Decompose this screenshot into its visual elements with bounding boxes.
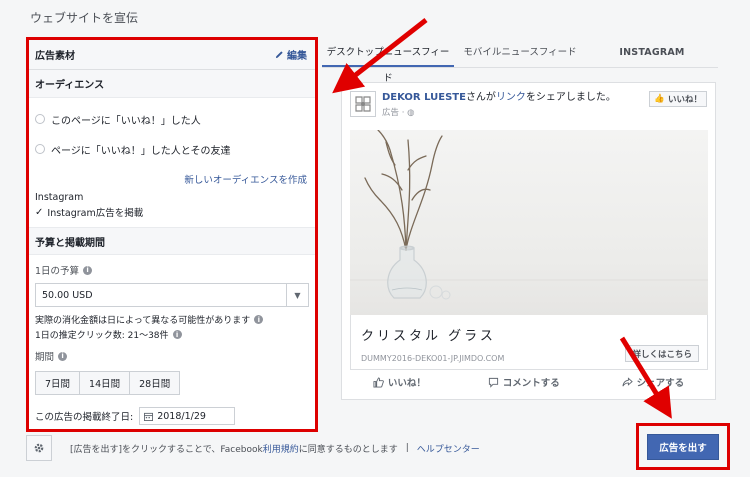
globe-icon: ◍ — [407, 108, 415, 118]
tab-instagram[interactable]: INSTAGRAM — [586, 40, 718, 67]
glass-vase-branches-image — [350, 130, 708, 300]
daily-budget-value: 50.00 USD — [42, 289, 93, 301]
audience-heading: オーディエンス — [29, 70, 315, 98]
daily-budget-label: 1日の予算 — [35, 266, 80, 277]
audience-option-label: このページに「いいね！」した人 — [51, 115, 201, 127]
period-28-days-button[interactable]: 28日間 — [129, 371, 181, 395]
thumbs-up-icon — [373, 376, 384, 388]
end-date-row: この広告の掲載終了日: 2018/1/29 — [29, 399, 315, 425]
sponsored-text: 広告 — [382, 108, 400, 118]
edit-button[interactable]: 編集 — [275, 47, 307, 62]
thumbs-up-icon: 👍 — [654, 94, 665, 104]
page-avatar[interactable] — [350, 91, 376, 117]
daily-budget-select[interactable]: 50.00 USD ▼ — [35, 283, 309, 307]
terms-text-suffix: に同意するものとします — [298, 444, 398, 455]
ad-creative-panel: 広告素材 編集 オーディエンス このページに「いいね！」した人 ページに「いいね… — [26, 37, 318, 432]
like-action[interactable]: いいね！ — [373, 375, 426, 389]
audience-option-page-fans[interactable]: このページに「いいね！」した人 — [29, 104, 315, 134]
brand-logo-icon — [355, 96, 371, 112]
click-estimate-text: 1日の推定クリック数: 21～38件 — [35, 331, 169, 341]
period-label: 期間 — [35, 352, 55, 363]
calendar-icon — [144, 412, 154, 421]
end-date-value: 2018/1/29 — [157, 410, 206, 422]
click-estimate: 1日の推定クリック数: 21～38件 i — [29, 326, 315, 341]
place-ad-button[interactable]: 広告を出す — [647, 433, 719, 460]
learn-more-button[interactable]: 詳しくはこちら — [625, 345, 699, 362]
share-icon — [622, 376, 633, 386]
pencil-icon — [275, 51, 283, 59]
page-like-label: いいね！ — [667, 95, 702, 105]
terms-link[interactable]: 利用規約 — [263, 445, 299, 455]
edit-label: 編集 — [287, 51, 307, 62]
checkmark-icon[interactable]: ✓ — [35, 207, 43, 218]
period-label-row: 期間 i — [29, 341, 315, 367]
info-icon[interactable]: i — [254, 315, 264, 324]
ad-preview-card: DEKOR LUESTEさんがリンクをシェアしました。 広告 · ◍ 👍 いいね… — [341, 82, 716, 400]
share-text-2: をシェアしました。 — [525, 92, 616, 103]
info-icon[interactable]: i — [172, 330, 182, 339]
comment-icon — [488, 377, 498, 388]
sponsored-label: 広告 · ◍ — [382, 108, 415, 118]
end-date-input[interactable]: 2018/1/29 — [139, 407, 236, 425]
audience-option-label: ページに「いいね！」した人とその友達 — [51, 145, 231, 157]
share-action[interactable]: シェアする — [622, 375, 685, 389]
radio-icon[interactable] — [35, 144, 45, 154]
submit-highlight: 広告を出す — [636, 423, 730, 470]
caption-title: クリスタル グラス — [361, 329, 496, 344]
end-date-label: この広告の掲載終了日: — [35, 412, 134, 423]
share-text-1: さんが — [465, 92, 496, 103]
terms-text-prefix: [広告を出す]をクリックすることで、Facebook — [70, 444, 263, 455]
footer-separator: | — [405, 443, 409, 453]
audience-option-fans-friends[interactable]: ページに「いいね！」した人とその友達 — [29, 134, 315, 164]
info-icon[interactable]: i — [83, 265, 93, 275]
period-14-days-button[interactable]: 14日間 — [79, 371, 131, 395]
comment-action-label: コメントする — [502, 378, 560, 389]
radio-icon[interactable] — [35, 114, 45, 124]
like-action-label: いいね！ — [387, 378, 426, 389]
post-header: DEKOR LUESTEさんがリンクをシェアしました。 広告 · ◍ 👍 いいね… — [342, 83, 715, 127]
share-link[interactable]: リンク — [496, 92, 526, 103]
panel-title: 広告素材 — [35, 51, 75, 62]
ad-image[interactable] — [350, 130, 708, 315]
chevron-down-icon[interactable]: ▼ — [286, 284, 308, 306]
page-title: ウェブサイトを宣伝 — [30, 11, 139, 25]
period-7-days-button[interactable]: 7日間 — [35, 371, 81, 395]
period-options: 7日間 14日間 28日間 — [35, 371, 309, 395]
share-action-label: シェアする — [636, 378, 685, 389]
info-icon[interactable]: i — [58, 351, 68, 361]
panel-header: 広告素材 編集 — [29, 40, 315, 70]
footer: [広告を出す]をクリックすることで、Facebook利用規約に同意するものとしま… — [26, 435, 626, 461]
terms-text: [広告を出す]をクリックすることで、Facebook利用規約に同意するものとしま… — [70, 442, 398, 455]
preview-tabs: デスクトップニュースフィード モバイルニュースフィード INSTAGRAM — [322, 40, 718, 84]
page-like-button[interactable]: 👍 いいね！ — [649, 91, 707, 107]
post-author-line: DEKOR LUESTEさんがリンクをシェアしました。 — [382, 91, 616, 105]
settings-button[interactable] — [26, 435, 52, 461]
tab-desktop-news-feed[interactable]: デスクトップニュースフィード — [322, 40, 454, 84]
page-name-link[interactable]: DEKOR LUESTE — [382, 92, 466, 103]
daily-budget-label-row: 1日の予算 i — [29, 255, 315, 281]
link-caption[interactable]: クリスタル グラス DUMMY2016-DEKO01-JP.JIMDO.COM … — [350, 315, 708, 370]
budget-heading: 予算と掲載期間 — [29, 227, 315, 255]
help-center-link[interactable]: ヘルプセンター — [417, 442, 480, 455]
spend-note-text: 実際の消化金額は日によって異なる可能性があります — [35, 316, 251, 326]
gear-icon — [34, 443, 44, 453]
comment-action[interactable]: コメントする — [488, 375, 560, 389]
instagram-label: Instagram — [35, 192, 84, 203]
instagram-checkbox-label: Instagram広告を掲載 — [47, 208, 144, 219]
post-actions: いいね！ コメントする シェアする — [342, 375, 715, 389]
tab-mobile-news-feed[interactable]: モバイルニュースフィード — [454, 40, 586, 67]
instagram-checkbox[interactable]: ✓ Instagram広告を掲載 — [29, 203, 315, 223]
spend-note: 実際の消化金額は日によって異なる可能性があります i — [29, 311, 315, 326]
new-audience-link[interactable]: 新しいオーディエンスを作成 — [29, 172, 315, 190]
